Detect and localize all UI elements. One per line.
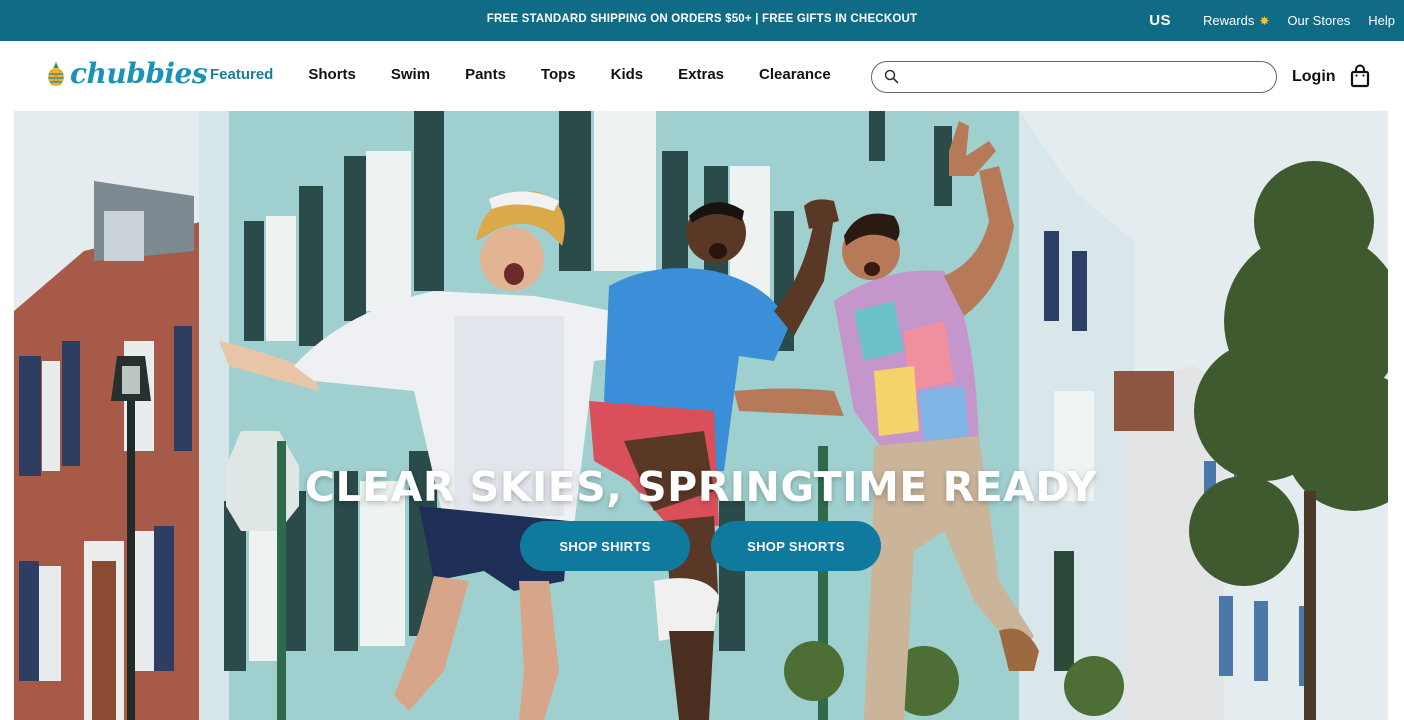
nav-item-kids[interactable]: Kids xyxy=(611,66,644,83)
login-link[interactable]: Login xyxy=(1292,68,1336,86)
rewards-link[interactable]: Rewards ✸ xyxy=(1203,13,1269,28)
shopping-bag-icon[interactable] xyxy=(1350,64,1370,88)
help-link[interactable]: Help xyxy=(1368,13,1395,28)
nav-item-pants[interactable]: Pants xyxy=(465,66,506,83)
nav-item-swim[interactable]: Swim xyxy=(391,66,430,83)
hero-photo xyxy=(14,111,1388,720)
sun-icon: ✸ xyxy=(1259,13,1270,28)
nav-item-clearance[interactable]: Clearance xyxy=(759,66,831,83)
search-input[interactable] xyxy=(906,67,1266,87)
pineapple-logo-icon xyxy=(48,60,64,86)
nav-item-tops[interactable]: Tops xyxy=(541,66,576,83)
nav-item-shorts[interactable]: Shorts xyxy=(308,66,356,83)
shop-shorts-button[interactable]: SHOP SHORTS xyxy=(711,521,881,571)
rewards-label: Rewards xyxy=(1203,13,1255,28)
main-nav: Featured Shorts Swim Pants Tops Kids Ext… xyxy=(210,66,866,83)
utility-links: US Rewards ✸ Our Stores Help xyxy=(1149,12,1395,29)
search-icon[interactable] xyxy=(884,69,899,84)
announcement-bar: FREE STANDARD SHIPPING ON ORDERS $50+ | … xyxy=(0,0,1404,41)
site-header: chubbies Featured Shorts Swim Pants Tops… xyxy=(0,41,1404,111)
our-stores-link[interactable]: Our Stores xyxy=(1287,13,1350,28)
nav-item-featured[interactable]: Featured xyxy=(210,66,273,83)
hero-headline: CLEAR SKIES, SPRINGTIME READY xyxy=(304,463,1098,511)
nav-item-extras[interactable]: Extras xyxy=(678,66,724,83)
shop-shirts-button[interactable]: SHOP SHIRTS xyxy=(520,521,690,571)
search-box[interactable] xyxy=(871,61,1277,93)
logo-wordmark: chubbies xyxy=(70,57,208,90)
logo[interactable]: chubbies xyxy=(44,57,208,90)
region-selector[interactable]: US xyxy=(1149,12,1171,29)
hero-banner[interactable]: CLEAR SKIES, SPRINGTIME READY SHOP SHIRT… xyxy=(14,111,1388,720)
